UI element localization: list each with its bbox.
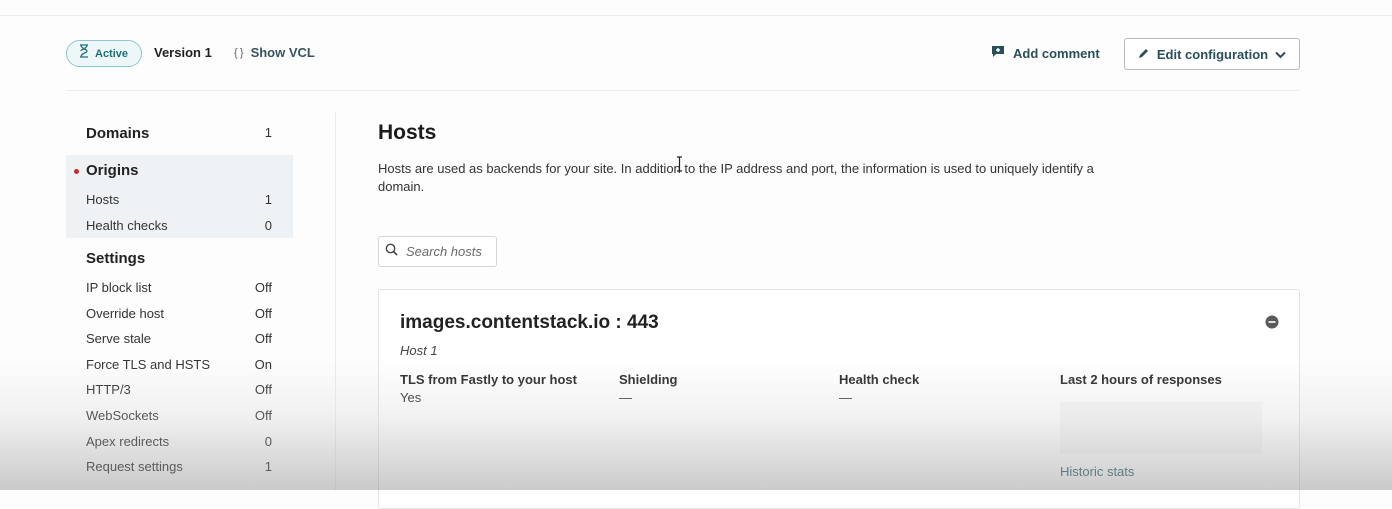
sidebar-item-override-host[interactable]: Override host Off — [86, 306, 272, 321]
sidebar-item-value: 0 — [264, 218, 272, 233]
add-comment-label: Add comment — [1013, 45, 1100, 61]
sidebar-item-value: Off — [254, 280, 272, 295]
sidebar-item-serve-stale[interactable]: Serve stale Off — [86, 331, 272, 346]
sidebar-item-label: Request settings — [86, 459, 183, 474]
status-badge: Active — [66, 40, 142, 67]
sidebar-item-domains[interactable]: Domains 1 — [86, 125, 272, 142]
sidebar-item-force-tls[interactable]: Force TLS and HSTS On — [86, 357, 272, 372]
sidebar-item-label: Override host — [86, 306, 165, 321]
search-hosts-box[interactable] — [378, 236, 500, 267]
sidebar-item-value: 1 — [264, 459, 272, 474]
version-label: Version 1 — [154, 45, 212, 60]
sidebar-item-http3[interactable]: HTTP/3 Off — [86, 382, 272, 397]
host-name: images.contentstack.io : 443 — [400, 312, 659, 333]
sidebar-item-label: Serve stale — [86, 331, 152, 346]
sidebar-item-request-settings[interactable]: Request settings 1 — [86, 459, 272, 474]
sidebar-domains-label: Domains — [86, 125, 150, 142]
responses-column-header: Last 2 hours of responses — [1060, 372, 1222, 387]
sidebar-item-ip-block-list[interactable]: IP block list Off — [86, 280, 272, 295]
status-label: Active — [95, 47, 129, 60]
responses-sparkline-placeholder — [1060, 402, 1262, 454]
sidebar-settings-heading[interactable]: Settings — [86, 250, 145, 267]
sidebar-item-hosts[interactable]: Hosts 1 — [86, 192, 272, 207]
text-cursor-icon — [676, 156, 683, 177]
sidebar-item-label: IP block list — [86, 280, 152, 295]
page-title: Hosts — [378, 121, 437, 144]
sidebar-item-value: Off — [254, 382, 272, 397]
remove-host-button[interactable] — [1265, 315, 1279, 329]
chevron-down-icon — [1275, 47, 1286, 62]
sidebar-item-value: 1 — [264, 192, 272, 207]
sidebar-item-health-checks[interactable]: Health checks 0 — [86, 218, 272, 233]
shielding-value: — — [619, 390, 632, 405]
sidebar-item-apex-redirects[interactable]: Apex redirects 0 — [86, 434, 272, 449]
show-vcl-link[interactable]: { } Show VCL — [234, 45, 315, 60]
status-icon — [79, 44, 89, 63]
host-subtitle: Host 1 — [400, 343, 438, 358]
minus-circle-icon — [1265, 315, 1279, 333]
sidebar-domains-count: 1 — [264, 125, 272, 140]
sidebar-item-value: On — [254, 357, 272, 372]
health-check-value: — — [839, 390, 852, 405]
pencil-icon — [1138, 47, 1150, 62]
sidebar-item-websockets[interactable]: WebSockets Off — [86, 408, 272, 423]
sidebar-item-label: Health checks — [86, 218, 168, 233]
sidebar-item-value: Off — [254, 408, 272, 423]
active-section-dot — [74, 169, 79, 174]
edit-configuration-button[interactable]: Edit configuration — [1124, 38, 1300, 70]
add-comment-button[interactable]: Add comment — [991, 45, 1100, 61]
tls-value: Yes — [400, 390, 422, 405]
code-braces-icon: { } — [234, 46, 244, 59]
health-check-column-header: Health check — [839, 372, 920, 387]
sidebar-divider — [335, 112, 336, 490]
historic-stats-link[interactable]: Historic stats — [1060, 464, 1134, 479]
edit-configuration-label: Edit configuration — [1156, 46, 1269, 62]
sidebar-item-label: HTTP/3 — [86, 382, 131, 397]
shielding-column-header: Shielding — [619, 372, 678, 387]
header-divider — [66, 90, 1299, 91]
host-card: images.contentstack.io : 443 Host 1 TLS … — [378, 289, 1300, 509]
sidebar-item-value: Off — [254, 306, 272, 321]
sidebar-item-label: Apex redirects — [86, 434, 170, 449]
sidebar-item-value: 0 — [264, 434, 272, 449]
top-divider — [0, 15, 1392, 16]
page-description: Hosts are used as backends for your site… — [378, 161, 1094, 194]
comment-icon — [991, 45, 1005, 61]
show-vcl-label: Show VCL — [250, 45, 315, 60]
sidebar-item-value: Off — [254, 331, 272, 346]
search-icon — [385, 243, 398, 261]
sidebar-item-label: WebSockets — [86, 408, 159, 423]
tls-column-header: TLS from Fastly to your host — [400, 372, 577, 387]
search-hosts-input[interactable] — [404, 243, 500, 260]
sidebar-origins-heading[interactable]: Origins — [86, 162, 139, 179]
sidebar-item-label: Hosts — [86, 192, 120, 207]
sidebar-item-label: Force TLS and HSTS — [86, 357, 211, 372]
